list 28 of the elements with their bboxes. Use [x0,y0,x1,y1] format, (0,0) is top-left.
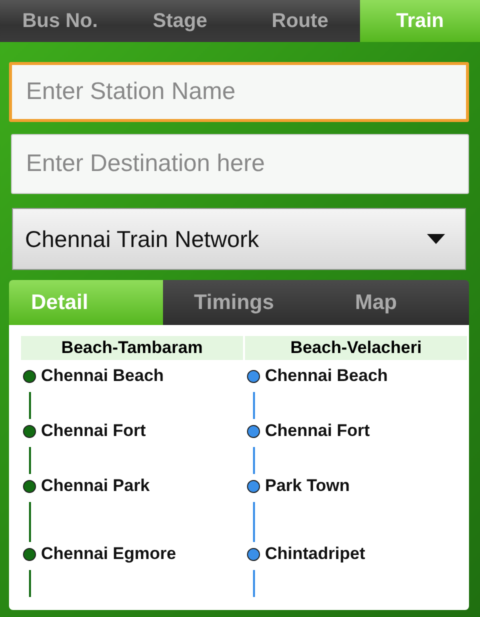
text-field[interactable]: Enter Destination here [11,134,469,194]
connector-line [253,502,255,542]
station-name: Chennai Egmore [41,544,176,564]
tab[interactable]: Timings [163,280,305,325]
tab[interactable]: Stage [120,0,240,42]
dropdown-value: Chennai Train Network [25,226,259,252]
network-dropdown[interactable]: Chennai Train Network [12,208,466,270]
connector-line [253,392,255,419]
caret-icon [427,234,445,244]
line-header: Beach-Velacheri [245,336,467,360]
station-name: Chintadripet [265,544,366,564]
station-name: Park Town [265,476,350,496]
connector-line [29,447,31,474]
tab[interactable]: Bus No. [0,0,120,42]
line-header: Beach-Tambaram [21,336,243,360]
connector-line [29,570,31,597]
tab[interactable]: Map [305,280,447,325]
text-field[interactable]: Enter Station Name [9,62,469,122]
connector-line [29,392,31,419]
connector-line [253,447,255,474]
station-name: Chennai Fort [41,421,146,441]
station-name: Chennai Beach [265,366,388,386]
tab[interactable]: Route [240,0,360,42]
connector-line [29,502,31,542]
connector-line [253,570,255,597]
station-name: Chennai Park [41,476,150,496]
station-name: Chennai Fort [265,421,370,441]
station-name: Chennai Beach [41,366,164,386]
